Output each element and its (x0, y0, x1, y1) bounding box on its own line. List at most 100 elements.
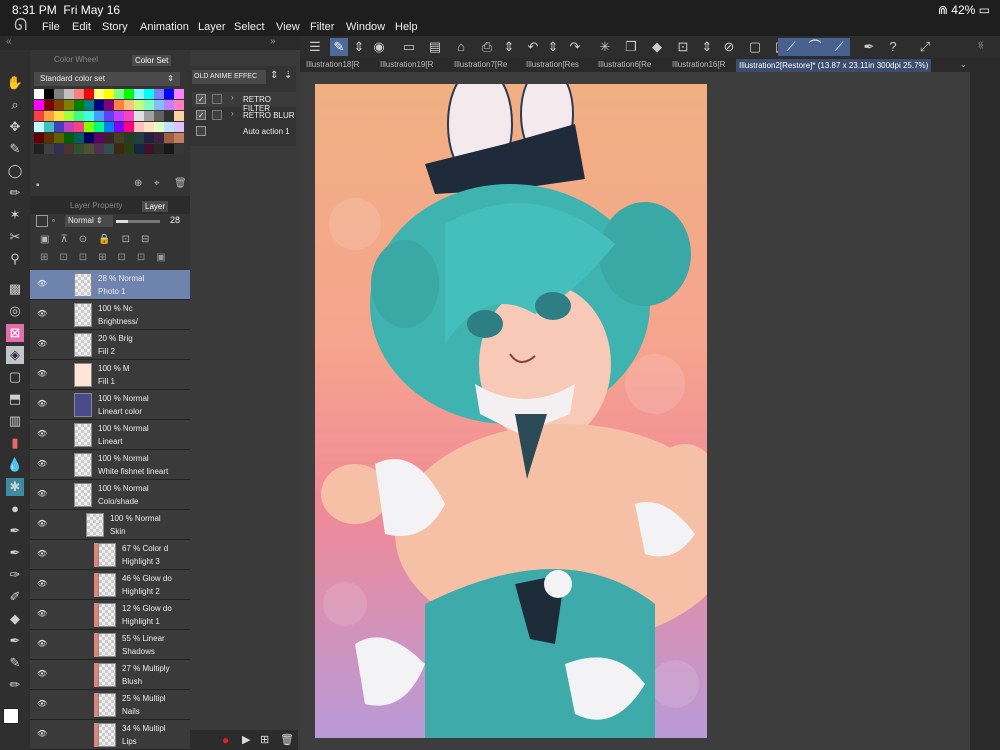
eye-icon[interactable]: 👁 (37, 669, 47, 678)
layer-tool-row-2[interactable]: ⊞⊡⊡⊞⊡⊡▣ (40, 252, 188, 266)
eye-icon[interactable]: 👁 (37, 369, 47, 378)
color-swatch[interactable] (44, 133, 54, 143)
eye-icon[interactable]: 👁 (37, 279, 47, 288)
sub-view-icon[interactable]: ◎ (6, 302, 24, 320)
save-icon[interactable]: ⌂ (452, 38, 470, 56)
tab-color-wheel[interactable]: Color Wheel (54, 55, 98, 64)
layer-row[interactable]: 👁 100 % Normal White fishnet lineart (30, 450, 190, 480)
layer-row[interactable]: 👁 55 % Linear Shadows (30, 630, 190, 660)
color-swatch[interactable] (84, 144, 94, 154)
color-swatch[interactable] (154, 144, 164, 154)
color-swatch[interactable] (154, 133, 164, 143)
color-swatch[interactable] (164, 89, 174, 99)
layer-row[interactable]: 👁 20 % Brig Fill 2 (30, 330, 190, 360)
tab-illustration2-active[interactable]: Illustration2[Restore]* (13.87 x 23.11in… (736, 59, 932, 72)
color-swatch[interactable] (54, 133, 64, 143)
menu-layer[interactable]: Layer (198, 21, 226, 33)
curve-icon[interactable]: ⌒ (806, 38, 824, 56)
tab-illustration16[interactable]: Illustration16[R (672, 60, 725, 69)
color-swatch[interactable] (74, 133, 84, 143)
color-swatch[interactable] (84, 133, 94, 143)
menu-icon[interactable]: ☰ (306, 38, 324, 56)
color-swatch[interactable] (94, 100, 104, 110)
trash-icon-2[interactable]: 🗑 (280, 733, 294, 746)
color-swatch[interactable] (104, 122, 114, 132)
app-logo-icon[interactable]: ᘏ (14, 17, 27, 35)
color-swatch[interactable] (94, 111, 104, 121)
eye-icon[interactable]: 👁 (37, 429, 47, 438)
color-swatch[interactable] (134, 133, 144, 143)
transform-icon[interactable]: ⊡ (674, 38, 692, 56)
snap-icon[interactable]: ⟋ (830, 38, 848, 56)
opacity-value[interactable]: 28 (170, 215, 180, 225)
chevron-updown-icon[interactable]: ⇕ (350, 38, 368, 56)
color-swatch[interactable] (94, 122, 104, 132)
color-swatch[interactable] (134, 100, 144, 110)
chevron-updown-icon-4[interactable]: ⇕ (698, 38, 716, 56)
color-swatch[interactable] (94, 144, 104, 154)
color-swatch[interactable] (164, 122, 174, 132)
chevron-right-icon[interactable]: › (231, 93, 234, 102)
ruler-icon[interactable]: ⟋ (782, 38, 800, 56)
color-swatch[interactable] (64, 89, 74, 99)
color-swatch[interactable] (144, 89, 154, 99)
pen-2-icon[interactable]: ✒ (6, 522, 24, 540)
color-swatch[interactable] (124, 144, 134, 154)
airbrush-icon[interactable]: ✐ (6, 588, 24, 606)
color-swatch[interactable] (54, 144, 64, 154)
menu-animation[interactable]: Animation (140, 21, 189, 33)
color-swatch[interactable] (44, 111, 54, 121)
color-swatch[interactable] (74, 111, 84, 121)
figure-icon[interactable]: ✱ (6, 478, 24, 496)
layer-row[interactable]: 👁 12 % Glow do Highlight 1 (30, 600, 190, 630)
ink-icon[interactable]: ● (6, 500, 24, 518)
color-swatch[interactable] (114, 111, 124, 121)
layer-row[interactable]: 👁 100 % Normal Colo/shade (30, 480, 190, 510)
fullscreen-icon[interactable]: ⤢ (916, 38, 934, 56)
chevron-updown-icon-6[interactable]: ⇕ (270, 70, 278, 81)
checkbox-secondary-2[interactable] (212, 110, 222, 120)
color-swatch[interactable] (64, 144, 74, 154)
color-set-selector[interactable]: Standard color set ⇕ (34, 72, 180, 86)
color-swatch[interactable] (174, 133, 184, 143)
brush-icon[interactable]: ▮ (6, 434, 24, 452)
color-swatch[interactable] (64, 100, 74, 110)
zoom-icon[interactable]: ⌕ (6, 96, 24, 114)
eyedropper-icon[interactable]: ✒ (860, 38, 878, 56)
layer-row[interactable]: 👁 100 % Normal Skin (30, 510, 190, 540)
copy-icon[interactable]: ❐ (622, 38, 640, 56)
eye-icon[interactable]: 👁 (37, 699, 47, 708)
layer-row[interactable]: 👁 67 % Color d Highlight 3 (30, 540, 190, 570)
gradient-icon[interactable]: ▥ (6, 412, 24, 430)
color-swatch[interactable] (174, 89, 184, 99)
color-swatch[interactable] (114, 89, 124, 99)
color-swatch[interactable] (84, 122, 94, 132)
color-swatch[interactable] (84, 89, 94, 99)
eye-icon[interactable]: 👁 (37, 729, 47, 738)
color-swatch[interactable] (114, 100, 124, 110)
eye-icon[interactable]: 👁 (37, 609, 47, 618)
move-icon[interactable]: ✥ (6, 118, 24, 136)
eye-icon[interactable]: 👁 (37, 339, 47, 348)
blend-mode-selector[interactable]: Normal ⇕ (65, 215, 113, 227)
opacity-slider[interactable] (116, 220, 160, 223)
eye-icon[interactable]: 👁 (37, 459, 47, 468)
tab-layer[interactable]: Layer (142, 201, 169, 212)
new-file-icon[interactable]: ▭ (400, 38, 418, 56)
color-swatch[interactable] (104, 100, 114, 110)
color-swatch[interactable] (164, 144, 174, 154)
color-swatch[interactable] (64, 133, 74, 143)
brush-2-icon[interactable]: ✏ (6, 676, 24, 694)
color-swatch[interactable] (84, 100, 94, 110)
play-icon[interactable]: ▶ (242, 733, 250, 746)
help-icon[interactable]: ? (884, 38, 902, 56)
eyedropper-2-icon[interactable]: ⌖ (154, 178, 160, 189)
add-icon[interactable]: ⊕ (134, 178, 142, 189)
layer-mode-icon[interactable]: ▫ (52, 216, 55, 225)
collapse-left-icon[interactable]: « (6, 36, 12, 47)
pen-icon[interactable]: ✎ (6, 140, 24, 158)
color-swatch[interactable] (94, 89, 104, 99)
color-swatch[interactable] (154, 100, 164, 110)
color-swatch[interactable] (114, 144, 124, 154)
checkbox-unchecked[interactable] (196, 126, 206, 136)
